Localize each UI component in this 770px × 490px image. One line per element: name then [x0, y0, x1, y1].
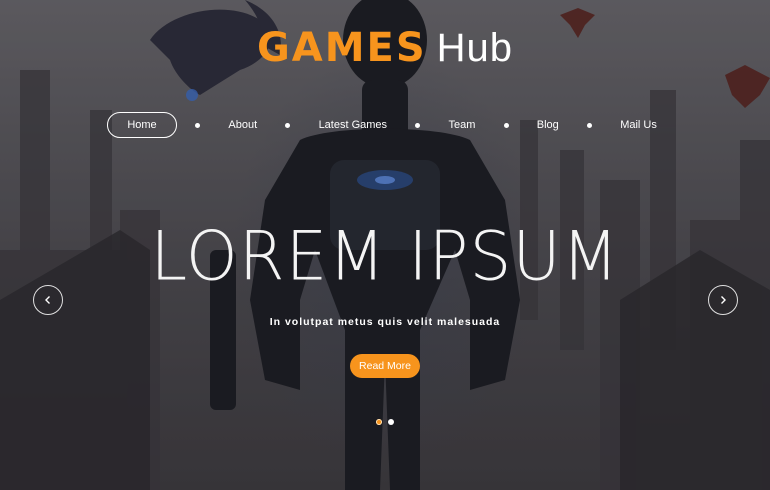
carousel-prev-button[interactable]: [33, 285, 63, 315]
site-logo[interactable]: GAMES Hub: [0, 24, 770, 72]
nav-separator-dot: [587, 122, 592, 128]
logo-accent-text: GAMES: [256, 25, 427, 71]
read-more-button[interactable]: Read More: [350, 354, 420, 378]
nav-item-about[interactable]: About: [218, 113, 267, 137]
nav-item-mail-us[interactable]: Mail Us: [610, 113, 667, 137]
chevron-left-icon: [45, 296, 50, 304]
carousel-dot-1[interactable]: [376, 419, 382, 425]
nav-separator-dot: [285, 122, 291, 128]
main-navigation: Home About Latest Games Team Blog Mail U…: [107, 112, 667, 138]
hero-subtitle: In volutpat metus quis velit malesuada: [269, 316, 501, 328]
chevron-right-icon: [721, 296, 726, 304]
nav-item-home[interactable]: Home: [107, 112, 177, 138]
nav-separator-dot: [415, 122, 421, 128]
carousel-next-button[interactable]: [708, 285, 738, 315]
carousel-indicators: [376, 419, 394, 425]
nav-item-team[interactable]: Team: [438, 113, 485, 137]
nav-item-blog[interactable]: Blog: [527, 113, 569, 137]
nav-separator-dot: [503, 122, 509, 128]
carousel-dot-2[interactable]: [388, 419, 394, 425]
logo-text: Hub: [436, 26, 514, 70]
nav-separator-dot: [195, 122, 201, 128]
nav-item-latest-games[interactable]: Latest Games: [309, 113, 397, 137]
hero-title: LOREM IPSUM: [150, 217, 620, 296]
